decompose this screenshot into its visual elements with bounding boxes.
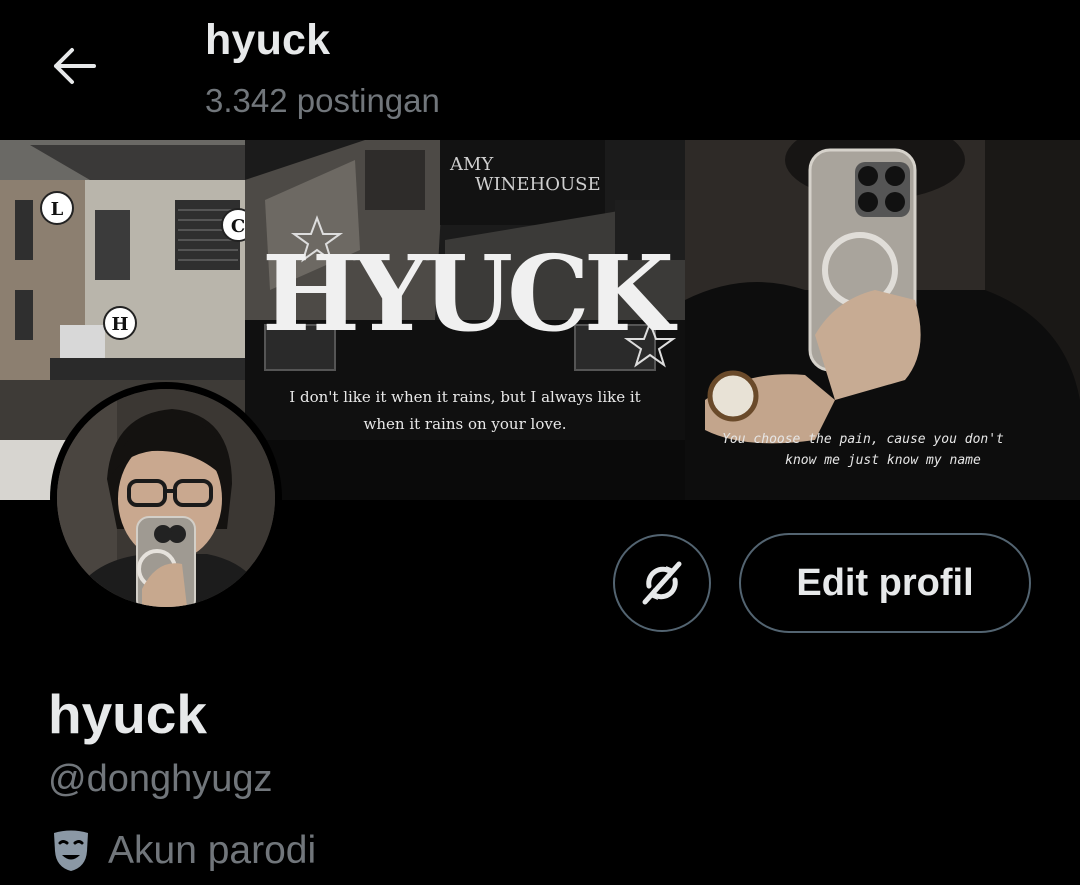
letter-badge-l: L — [40, 191, 74, 225]
svg-text:C: C — [231, 216, 245, 237]
svg-text:when it rains on your love.: when it rains on your love. — [364, 415, 567, 433]
header-title: hyuck — [205, 16, 331, 64]
letter-badge-h: H — [103, 306, 137, 340]
post-count: 3.342 postingan — [205, 82, 440, 119]
avatar-photo — [57, 389, 275, 607]
theater-mask-icon — [48, 828, 94, 874]
parody-account-label: Akun parodi — [48, 826, 316, 876]
avatar[interactable] — [50, 382, 282, 614]
parody-label-text: Akun parodi — [108, 829, 317, 872]
display-name: hyuck — [48, 683, 207, 745]
banner-logo-text: HYUCK — [262, 232, 678, 355]
banner-collage-center: AMY WINEHOUSE HYUCK I don't like it when… — [245, 140, 685, 500]
top-bar: hyuck 3.342 postingan — [0, 0, 1080, 140]
back-button[interactable] — [40, 32, 108, 100]
arrow-left-icon — [54, 48, 96, 84]
banner-selfie-photo: You choose the pain, cause you don't kno… — [685, 140, 1080, 500]
letter-badge-c: C — [221, 208, 245, 242]
user-handle: @donghyugz — [48, 758, 273, 800]
no-sync-button[interactable] — [613, 534, 711, 632]
no-sync-icon — [642, 561, 682, 605]
svg-text:You choose the pain, cause you: You choose the pain, cause you don't — [722, 432, 1004, 447]
svg-text:L: L — [51, 199, 64, 220]
edit-profile-button[interactable]: Edit profil — [739, 533, 1031, 633]
svg-text:AMY: AMY — [449, 154, 494, 175]
svg-text:WINEHOUSE: WINEHOUSE — [475, 174, 601, 195]
svg-text:H: H — [111, 314, 128, 335]
svg-text:know me just know my name: know me just know my name — [785, 453, 981, 468]
svg-text:I don't like it when it rains,: I don't like it when it rains, but I alw… — [289, 388, 640, 406]
